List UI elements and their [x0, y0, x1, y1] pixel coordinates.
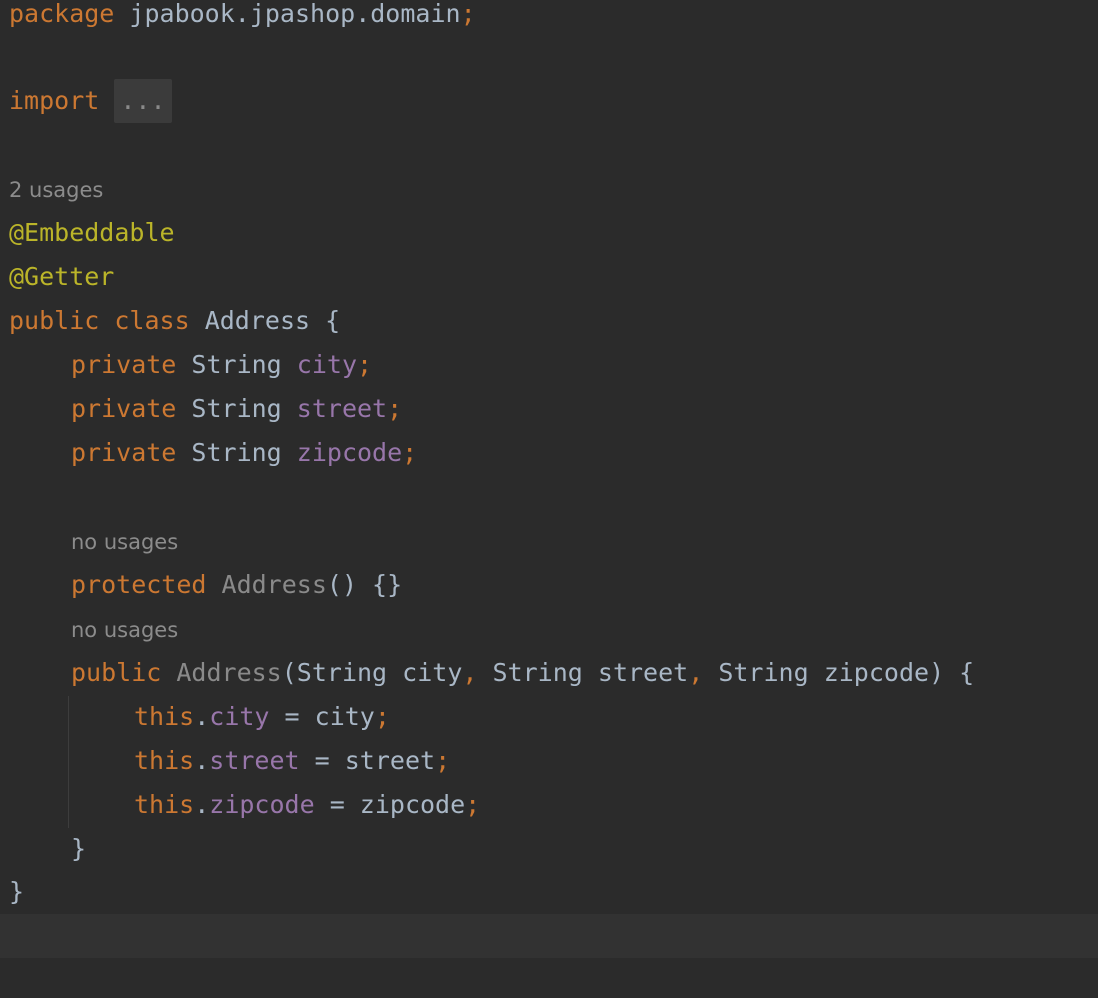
keyword-this: this: [134, 702, 195, 731]
annotation-embeddable: @Embeddable: [9, 218, 175, 247]
keyword-private: private: [71, 394, 177, 423]
keyword-protected: protected: [71, 570, 207, 599]
type-string: String: [296, 658, 388, 687]
comma: ,: [688, 658, 704, 687]
class-usages-hint[interactable]: 2 usages: [0, 168, 1098, 212]
code-editor[interactable]: package jpabook.jpashop.domain; import .…: [0, 0, 1098, 998]
comma: ,: [462, 658, 478, 687]
field-zipcode: zipcode: [296, 438, 403, 467]
paren-close-brace: ) {: [929, 658, 975, 687]
dot: .: [194, 790, 210, 819]
dot: .: [194, 746, 210, 775]
class-name: Address: [204, 306, 311, 335]
semicolon: ;: [374, 702, 390, 731]
type-string: String: [191, 438, 282, 467]
param-zipcode: zipcode: [359, 790, 466, 819]
keyword-this: this: [134, 790, 195, 819]
keyword-this: this: [134, 746, 195, 775]
usages-text[interactable]: no usages: [71, 530, 178, 554]
keyword-private: private: [71, 350, 177, 379]
code-line-getter[interactable]: @Getter: [0, 255, 1098, 299]
code-line-ctor-public[interactable]: public Address(String city, String stree…: [0, 651, 1098, 695]
keyword-public: public: [71, 658, 162, 687]
ctor-name: Address: [176, 658, 282, 687]
keyword-class: class: [114, 306, 190, 335]
semicolon: ;: [402, 438, 418, 467]
code-line-field-zipcode[interactable]: private String zipcode;: [0, 431, 1098, 475]
annotation-getter: @Getter: [9, 262, 115, 291]
semicolon: ;: [435, 746, 451, 775]
param-street: street: [597, 658, 689, 687]
code-line-import[interactable]: import ...: [0, 79, 1098, 123]
paren-open: (: [281, 658, 297, 687]
code-line-field-city[interactable]: private String city;: [0, 343, 1098, 387]
param-zipcode: zipcode: [823, 658, 930, 687]
assign: =: [269, 702, 315, 731]
param-street: street: [344, 746, 436, 775]
code-line-embeddable[interactable]: @Embeddable: [0, 211, 1098, 255]
param-city: city: [314, 702, 375, 731]
import-fold-toggle[interactable]: ...: [114, 79, 172, 123]
keyword-import: import: [9, 86, 100, 115]
close-brace: }: [9, 877, 25, 906]
code-line-assign-zipcode[interactable]: this.zipcode = zipcode;: [0, 783, 1098, 827]
type-string: String: [492, 658, 583, 687]
semicolon: ;: [357, 350, 373, 379]
usages-text[interactable]: 2 usages: [9, 178, 103, 202]
code-line-ctor-protected[interactable]: protected Address() {}: [0, 563, 1098, 607]
semicolon: ;: [460, 0, 476, 28]
assign: =: [314, 790, 360, 819]
ctor2-usages-hint[interactable]: no usages: [0, 608, 1098, 652]
type-string: String: [191, 394, 282, 423]
code-line-class-decl[interactable]: public class Address {: [0, 299, 1098, 343]
keyword-public: public: [9, 306, 100, 335]
type-string: String: [718, 658, 809, 687]
code-line-field-street[interactable]: private String street;: [0, 387, 1098, 431]
ctor-body: () {}: [326, 570, 403, 599]
field-city: city: [209, 702, 270, 731]
field-street: street: [209, 746, 300, 775]
assign: =: [299, 746, 345, 775]
code-line-assign-street[interactable]: this.street = street;: [0, 739, 1098, 783]
package-name: jpabook.jpashop.domain: [129, 0, 461, 28]
semicolon: ;: [387, 394, 403, 423]
type-string: String: [191, 350, 282, 379]
code-line-ctor-close[interactable]: }: [0, 827, 1098, 871]
param-city: city: [402, 658, 463, 687]
field-street: street: [296, 394, 388, 423]
ctor1-usages-hint[interactable]: no usages: [0, 520, 1098, 564]
semicolon: ;: [465, 790, 481, 819]
keyword-private: private: [71, 438, 177, 467]
open-brace: {: [325, 306, 341, 335]
code-line-package[interactable]: package jpabook.jpashop.domain;: [0, 0, 1098, 36]
usages-text[interactable]: no usages: [71, 618, 178, 642]
close-brace: }: [71, 834, 87, 863]
code-line-class-close[interactable]: }: [0, 870, 1098, 914]
field-zipcode: zipcode: [209, 790, 315, 819]
current-line-highlight: [0, 914, 1098, 958]
field-city: city: [296, 350, 358, 379]
dot: .: [194, 702, 210, 731]
code-line-assign-city[interactable]: this.city = city;: [0, 695, 1098, 739]
ctor-name: Address: [221, 570, 327, 599]
keyword-package: package: [9, 0, 115, 28]
